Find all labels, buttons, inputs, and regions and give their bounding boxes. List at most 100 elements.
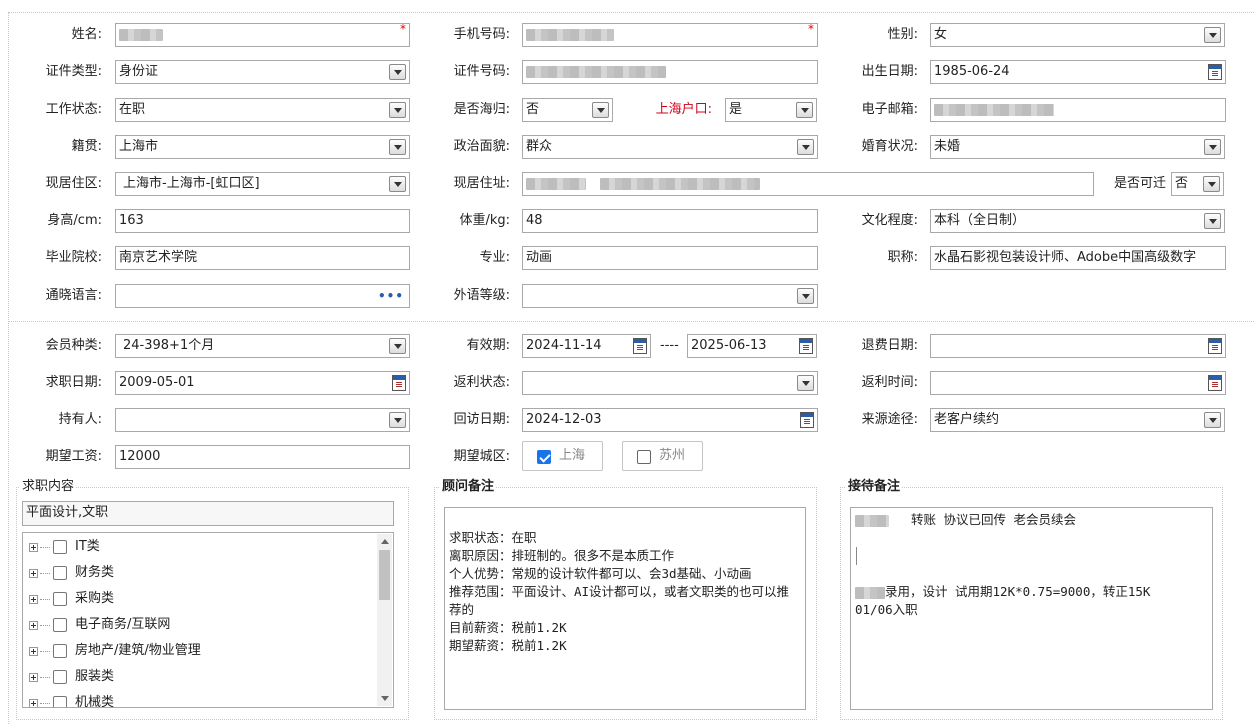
school-field[interactable]: 南京艺术学院: [115, 246, 410, 270]
consultant-notes-textarea[interactable]: 求职状态：在职 离职原因：排班制的。很多不是本质工作 个人优势：常规的设计软件都…: [444, 507, 806, 710]
languages-field[interactable]: •••: [115, 284, 410, 308]
chevron-down-icon[interactable]: [389, 176, 406, 192]
residence-area-select[interactable]: 上海市-上海市-[虹口区]: [115, 172, 410, 196]
expand-icon[interactable]: [29, 543, 38, 552]
valid-start-field[interactable]: 2024-11-14: [522, 334, 651, 358]
refund-date-field[interactable]: [930, 334, 1226, 358]
expand-icon[interactable]: [29, 621, 38, 630]
major-field[interactable]: 动画: [522, 246, 818, 270]
marital-select[interactable]: 未婚: [930, 135, 1225, 159]
holder-select[interactable]: [115, 408, 410, 432]
gender-select[interactable]: 女: [930, 23, 1225, 47]
calendar-icon[interactable]: [1208, 338, 1222, 354]
birth-date-field[interactable]: 1985-06-24: [930, 60, 1226, 84]
political-select[interactable]: 群众: [522, 135, 818, 159]
expected-salary-field[interactable]: 12000: [115, 445, 410, 469]
city-option-suzhou[interactable]: 苏州: [622, 441, 703, 471]
member-type-select[interactable]: 24-398+1个月: [115, 334, 410, 358]
foreign-level-select[interactable]: [522, 284, 818, 308]
expand-icon[interactable]: [29, 569, 38, 578]
scroll-up-icon[interactable]: [381, 539, 389, 544]
scroll-down-icon[interactable]: [381, 696, 389, 701]
city-option-label: 上海: [559, 448, 586, 463]
title-field[interactable]: 水晶石影视包装设计师、Adobe中国高级数字: [930, 246, 1226, 270]
residence-address-label: 现居住址:: [453, 176, 510, 191]
returnee-select[interactable]: 否: [522, 98, 613, 122]
work-status-label: 工作状态:: [45, 102, 102, 117]
chevron-down-icon[interactable]: [592, 102, 609, 118]
calendar-icon[interactable]: [633, 338, 647, 354]
id-type-select[interactable]: 身份证: [115, 60, 410, 84]
calendar-icon[interactable]: [1208, 64, 1222, 80]
relocatable-select[interactable]: 否: [1171, 172, 1224, 196]
checkbox-unchecked-icon[interactable]: [53, 540, 67, 554]
chevron-down-icon[interactable]: [1204, 412, 1221, 428]
required-mark: *: [400, 23, 406, 36]
checkbox-checked-icon[interactable]: [537, 450, 551, 464]
redacted-name: [855, 586, 885, 599]
chevron-down-icon[interactable]: [1204, 213, 1221, 229]
tree-scrollbar[interactable]: [377, 534, 392, 706]
expand-icon[interactable]: [29, 647, 38, 656]
residence-address-field[interactable]: [522, 172, 1094, 196]
expand-icon[interactable]: [29, 673, 38, 682]
chevron-down-icon[interactable]: [1204, 27, 1221, 43]
calendar-icon[interactable]: [799, 338, 813, 354]
email-value-redacted: [934, 103, 1054, 116]
chevron-down-icon[interactable]: [389, 412, 406, 428]
expand-icon[interactable]: [29, 699, 38, 707]
name-field[interactable]: *: [115, 23, 410, 47]
checkbox-unchecked-icon[interactable]: [53, 696, 67, 707]
chevron-down-icon[interactable]: [797, 375, 814, 391]
valid-end-field[interactable]: 2025-06-13: [687, 334, 817, 358]
rebate-status-select[interactable]: [522, 371, 818, 395]
checkbox-unchecked-icon[interactable]: [53, 566, 67, 580]
id-number-field[interactable]: [522, 60, 818, 84]
calendar-icon[interactable]: [800, 412, 814, 428]
follow-up-date-field[interactable]: 2024-12-03: [522, 408, 818, 432]
chevron-down-icon[interactable]: [389, 102, 406, 118]
native-place-select[interactable]: 上海市: [115, 135, 410, 159]
height-field[interactable]: 163: [115, 209, 410, 233]
valid-period-label: 有效期:: [466, 338, 510, 353]
checkbox-unchecked-icon[interactable]: [53, 644, 67, 658]
tree-node-label: 电子商务/互联网: [75, 617, 171, 632]
chevron-down-icon[interactable]: [389, 64, 406, 80]
education-select[interactable]: 本科（全日制）: [930, 209, 1225, 233]
chevron-down-icon[interactable]: [796, 102, 813, 118]
work-status-select[interactable]: 在职: [115, 98, 410, 122]
chevron-down-icon[interactable]: [389, 139, 406, 155]
expand-icon[interactable]: [29, 595, 38, 604]
calendar-icon[interactable]: [1208, 375, 1222, 391]
scroll-thumb[interactable]: [379, 550, 390, 600]
reception-note-line: 01/06入职: [855, 602, 918, 617]
chevron-down-icon[interactable]: [797, 288, 814, 304]
checkbox-unchecked-icon[interactable]: [53, 592, 67, 606]
chevron-down-icon[interactable]: [1204, 139, 1221, 155]
checkbox-unchecked-icon[interactable]: [53, 670, 67, 684]
member-type-label: 会员种类:: [45, 338, 102, 353]
tree-node-label: 机械类: [75, 695, 115, 708]
chevron-down-icon[interactable]: [797, 139, 814, 155]
source-select[interactable]: 老客户续约: [930, 408, 1225, 432]
chevron-down-icon[interactable]: [1203, 176, 1220, 192]
checkbox-unchecked-icon[interactable]: [637, 450, 651, 464]
checkbox-unchecked-icon[interactable]: [53, 618, 67, 632]
sh-hukou-select[interactable]: 是: [725, 98, 817, 122]
period-separator: ----: [660, 338, 679, 353]
residence-area-value: 上海市-上海市-[虹口区]: [123, 176, 260, 191]
mobile-field[interactable]: *: [522, 23, 818, 47]
email-field[interactable]: [930, 98, 1226, 122]
reception-notes-textarea[interactable]: 转账 协议已回传 老会员续会 录用，设计 试用期12K*0.75=9000，转正…: [850, 507, 1213, 710]
foreign-level-label: 外语等级:: [453, 288, 510, 303]
rebate-time-field[interactable]: [930, 371, 1226, 395]
city-option-shanghai[interactable]: 上海: [522, 441, 603, 471]
more-icon[interactable]: •••: [378, 289, 404, 303]
job-search-date-field[interactable]: 2009-05-01: [115, 371, 410, 395]
weight-field[interactable]: 48: [522, 209, 818, 233]
sh-hukou-value: 是: [729, 102, 743, 117]
calendar-icon[interactable]: [392, 375, 406, 391]
chevron-down-icon[interactable]: [389, 338, 406, 354]
education-label: 文化程度:: [861, 213, 918, 228]
job-content-selected[interactable]: 平面设计,文职: [22, 501, 394, 526]
